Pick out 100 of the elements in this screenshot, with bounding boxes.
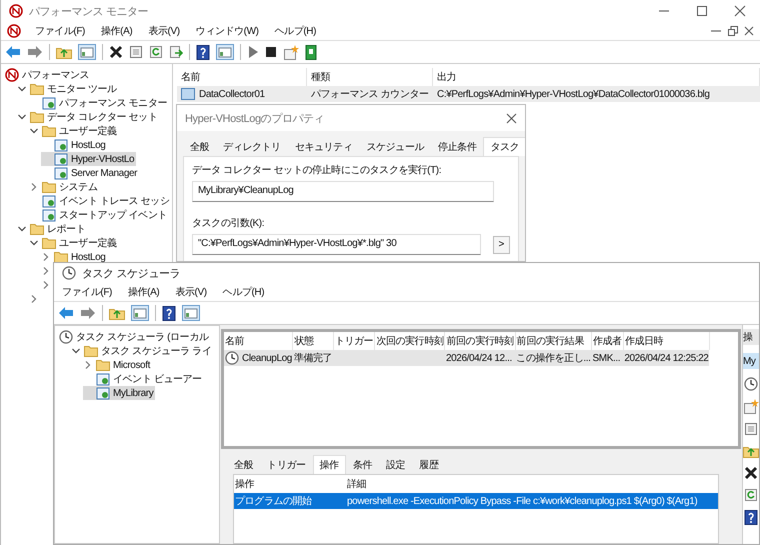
insert-button[interactable]: > bbox=[492, 236, 510, 254]
table-cell[interactable]: DataCollector01 bbox=[177, 86, 307, 102]
properties-icon[interactable] bbox=[744, 422, 758, 436]
help-icon[interactable] bbox=[196, 44, 210, 60]
tab[interactable]: 全般 bbox=[227, 455, 260, 474]
document-icon bbox=[42, 96, 56, 110]
pane-icon[interactable] bbox=[78, 44, 96, 60]
close-icon[interactable] bbox=[744, 26, 754, 36]
table-cell[interactable]: 2026/04/24 12... bbox=[444, 350, 516, 366]
tab[interactable]: スケジュール bbox=[359, 137, 432, 156]
collector-icon bbox=[181, 88, 195, 100]
tab[interactable]: 履歴 bbox=[412, 455, 446, 474]
tree-item[interactable]: HostLog bbox=[41, 250, 108, 264]
input-field[interactable]: "C:¥PerfLogs¥Admin¥Hyper-VHostLog¥*.blg" 30 bbox=[192, 234, 481, 255]
menu-item[interactable]: ヘルプ(H) bbox=[220, 284, 266, 300]
play-icon[interactable] bbox=[247, 45, 259, 59]
table-cell[interactable]: SMK... bbox=[592, 350, 624, 366]
tree-item[interactable]: ユーザー定義 bbox=[29, 124, 119, 138]
tab[interactable]: 全般 bbox=[183, 137, 216, 156]
logo-icon[interactable] bbox=[7, 24, 21, 38]
tab[interactable]: 停止条件 bbox=[431, 137, 484, 156]
table-cell[interactable]: C:¥PerfLogs¥Admin¥Hyper-VHostLog¥DataCollector01000036.blg bbox=[433, 86, 760, 102]
menu-item[interactable]: ファイル(F) bbox=[33, 23, 87, 39]
maximize-icon[interactable] bbox=[696, 5, 708, 17]
new-icon[interactable] bbox=[743, 399, 759, 414]
restore-icon[interactable] bbox=[728, 26, 738, 36]
tree-item[interactable]: Microsoft bbox=[83, 358, 152, 372]
table-cell[interactable]: powershell.exe -ExecutionPolicy Bypass -File c:¥work¥cleanuplog.ps1 $(Arg0) $(Arg1) bbox=[346, 493, 718, 509]
field-label: データ コレクター セットの停止時にこのタスクを実行(T): bbox=[192, 164, 442, 177]
delete-icon[interactable] bbox=[744, 466, 758, 480]
tree-item[interactable]: タスク スケジューラ (ローカル bbox=[59, 330, 210, 344]
tree-item[interactable]: HostLog bbox=[41, 138, 108, 152]
table-cell[interactable]: CleanupLog bbox=[224, 350, 293, 366]
close-icon[interactable] bbox=[506, 112, 517, 124]
tab[interactable]: 設定 bbox=[379, 455, 412, 474]
back-icon[interactable] bbox=[58, 306, 74, 320]
menu-item[interactable]: 表示(V) bbox=[146, 23, 182, 39]
tree-item[interactable]: モニター ツール bbox=[17, 82, 119, 96]
tree-item[interactable]: Server Manager bbox=[41, 166, 140, 180]
forward-icon[interactable] bbox=[80, 306, 96, 320]
help-icon[interactable] bbox=[744, 510, 758, 525]
chevron-icon[interactable] bbox=[17, 84, 27, 94]
menu-item[interactable]: 表示(V) bbox=[173, 284, 209, 300]
chevron-icon[interactable] bbox=[29, 182, 39, 192]
table-cell[interactable]: 2026/04/24 12:25:22 bbox=[623, 350, 710, 366]
pane-icon[interactable] bbox=[182, 305, 200, 321]
column-header[interactable]: 詳細 bbox=[346, 475, 718, 493]
tab[interactable]: ディレクトリ bbox=[216, 137, 288, 156]
logo-icon bbox=[9, 4, 23, 18]
back-icon[interactable] bbox=[5, 45, 21, 59]
tab[interactable]: セキュリティ bbox=[288, 137, 360, 156]
tree-item[interactable]: パフォーマンス モニター bbox=[29, 96, 169, 110]
stop-icon[interactable] bbox=[265, 46, 277, 58]
input-field[interactable]: MyLibrary¥CleanupLog bbox=[192, 181, 494, 202]
tree-item[interactable]: MyLibrary bbox=[83, 386, 156, 400]
tree-item[interactable]: パフォーマンス bbox=[5, 68, 92, 82]
delete-icon[interactable] bbox=[109, 45, 123, 59]
list-item[interactable]: My bbox=[743, 353, 759, 369]
close-icon[interactable] bbox=[734, 5, 746, 17]
tree-item[interactable]: データ コレクター セット bbox=[17, 110, 160, 124]
book-icon[interactable] bbox=[305, 44, 317, 60]
tab[interactable]: タスク bbox=[483, 137, 525, 156]
folder-icon bbox=[84, 345, 98, 357]
tree-item[interactable]: レポート bbox=[17, 222, 88, 236]
folder-icon bbox=[96, 359, 110, 371]
tab[interactable]: トリガー bbox=[260, 455, 313, 474]
tab[interactable]: 操作 bbox=[312, 455, 346, 474]
pane-icon[interactable] bbox=[216, 44, 234, 60]
export-icon[interactable] bbox=[169, 45, 183, 59]
menu-item[interactable]: ヘルプ(H) bbox=[272, 23, 318, 39]
menu-item[interactable]: ファイル(F) bbox=[60, 284, 114, 300]
table-cell[interactable]: この操作を正し... bbox=[515, 350, 592, 366]
tree-item[interactable]: システム bbox=[29, 180, 100, 194]
table-cell[interactable]: 準備完了 bbox=[292, 350, 334, 366]
logo-icon bbox=[5, 68, 19, 82]
clock-icon[interactable] bbox=[744, 377, 758, 391]
table-cell[interactable]: パフォーマンス カウンター bbox=[307, 86, 433, 102]
properties-icon[interactable] bbox=[129, 45, 143, 59]
folder-up-icon[interactable] bbox=[109, 306, 125, 320]
tree-item[interactable]: タスク スケジューラ ライ bbox=[71, 344, 214, 358]
new-icon[interactable] bbox=[283, 44, 299, 60]
field-label: タスクの引数(K): bbox=[192, 217, 266, 230]
folder-up-icon[interactable] bbox=[56, 45, 72, 59]
forward-icon[interactable] bbox=[27, 45, 43, 59]
tree-item[interactable]: イベント ビューアー bbox=[83, 372, 204, 386]
menu-item[interactable]: ウィンドウ(W) bbox=[194, 23, 261, 39]
table-cell[interactable]: プログラムの開始 bbox=[234, 493, 346, 509]
tree-item[interactable]: スタートアップ イベント bbox=[29, 208, 169, 222]
folder-up-icon[interactable] bbox=[743, 444, 759, 458]
menu-item[interactable]: 操作(A) bbox=[126, 284, 162, 300]
tab[interactable]: 条件 bbox=[346, 455, 380, 474]
tree-item[interactable]: Hyper-VHostLo bbox=[41, 152, 136, 166]
tree-item[interactable]: イベント トレース セッシ bbox=[29, 194, 172, 208]
menu-item[interactable]: 操作(A) bbox=[98, 23, 134, 39]
tree-item[interactable]: ユーザー定義 bbox=[29, 236, 119, 250]
refresh-icon[interactable] bbox=[744, 488, 758, 502]
pane-icon[interactable] bbox=[131, 305, 149, 321]
help-icon[interactable] bbox=[162, 306, 176, 320]
column-header[interactable]: 操作 bbox=[234, 475, 346, 493]
refresh-icon[interactable] bbox=[149, 45, 163, 59]
